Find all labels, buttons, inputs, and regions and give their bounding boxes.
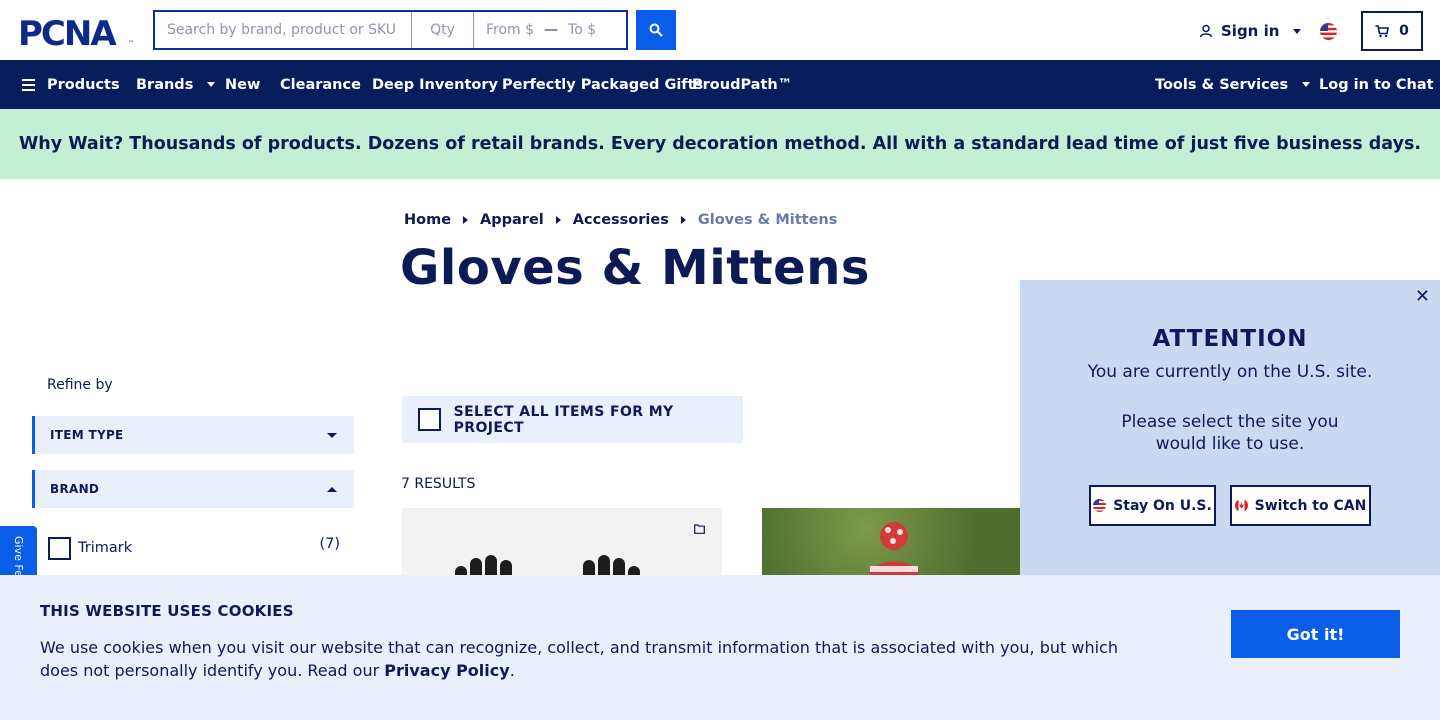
nav-gifts-label: Perfectly Packaged Gifts — [502, 76, 704, 93]
feedback-tab[interactable]: Give Feedback — [0, 526, 37, 576]
stay-us-label: Stay On U.S. — [1113, 497, 1212, 514]
folder-icon[interactable] — [694, 524, 705, 534]
price-range: From $ — To $ — [474, 12, 626, 48]
brand-option-label: Trimark — [78, 540, 133, 556]
nav-chat[interactable]: Log in to Chat — [1319, 60, 1434, 109]
svg-text:PCNA: PCNA — [18, 14, 117, 48]
promo-banner-text: Why Wait? Thousands of products. Dozens … — [18, 134, 1422, 154]
breadcrumb-apparel[interactable]: Apparel — [480, 212, 544, 228]
popup-title: ATTENTION — [1152, 326, 1308, 352]
results-count: 7 RESULTS — [401, 476, 476, 492]
cookie-title: THIS WEBSITE USES COOKIES — [40, 602, 294, 620]
brand-option-count: (7) — [319, 536, 340, 552]
cookie-text: We use cookies when you visit our websit… — [40, 636, 1140, 682]
facet-brand[interactable]: BRAND — [32, 470, 354, 508]
caret-right-icon — [555, 216, 561, 224]
brand-checkbox[interactable] — [48, 536, 71, 560]
search-bar: Search by brand, product or SKU Qty From… — [153, 10, 628, 50]
search-icon — [649, 23, 663, 37]
nav-proudpath-label: ProudPath™ — [692, 76, 793, 93]
facet-item-type-label: ITEM TYPE — [50, 428, 124, 442]
cart-button[interactable]: 0 — [1361, 11, 1423, 51]
chevron-down-icon — [1302, 82, 1311, 87]
select-all-checkbox[interactable] — [418, 408, 441, 431]
select-all-bar[interactable]: SELECT ALL ITEMS FOR MY PROJECT — [402, 396, 743, 443]
product-image-gloves — [455, 555, 640, 578]
main-nav: Products Brands New Clearance Deep Inven… — [0, 60, 1440, 109]
cart-count: 0 — [1399, 23, 1409, 39]
caret-right-icon — [463, 216, 469, 224]
nav-gifts[interactable]: Perfectly Packaged Gifts — [502, 60, 703, 109]
switch-can-button[interactable]: Switch to CAN — [1230, 485, 1371, 526]
breadcrumb-home[interactable]: Home — [404, 212, 451, 228]
svg-text:™: ™ — [128, 40, 134, 47]
nav-products[interactable]: Products — [22, 60, 120, 109]
sign-in-menu[interactable]: Sign in — [1199, 20, 1302, 42]
promo-banner: Why Wait? Thousands of products. Dozens … — [0, 109, 1440, 179]
popup-select-text: Please select the site you would like to… — [1121, 412, 1339, 454]
qty-input[interactable]: Qty — [412, 12, 474, 48]
nav-clearance-label: Clearance — [280, 76, 361, 93]
breadcrumb-accessories[interactable]: Accessories — [573, 212, 669, 228]
nav-proudpath[interactable]: ProudPath™ — [692, 60, 792, 109]
nav-deep-inventory[interactable]: Deep Inventory — [372, 60, 498, 109]
chevron-down-icon — [1293, 28, 1302, 34]
canada-flag-icon — [1234, 499, 1248, 512]
cookie-text-body: We use cookies when you visit our websit… — [40, 638, 1118, 680]
cart-icon — [1375, 24, 1390, 37]
breadcrumb: Home Apparel Accessories Gloves & Mitten… — [404, 212, 837, 228]
nav-deep-inventory-label: Deep Inventory — [372, 76, 498, 93]
product-image-beanie — [762, 508, 1020, 578]
popup-current-site-text: You are currently on the U.S. site. — [1087, 362, 1373, 382]
search-input[interactable]: Search by brand, product or SKU — [155, 12, 412, 48]
privacy-policy-link[interactable]: Privacy Policy — [384, 661, 509, 680]
hamburger-icon — [22, 78, 35, 91]
nav-brands[interactable]: Brands — [136, 60, 216, 109]
price-from-input[interactable]: From $ — [486, 22, 534, 38]
brand-option-trimark[interactable]: Trimark (7) — [48, 536, 340, 560]
nav-tools[interactable]: Tools & Services — [1155, 60, 1311, 109]
nav-tools-label: Tools & Services — [1155, 76, 1289, 93]
close-icon[interactable]: ✕ — [1415, 286, 1430, 307]
site-selector-popup: ✕ ATTENTION You are currently on the U.S… — [1020, 280, 1440, 576]
refine-label: Refine by — [47, 377, 113, 393]
cookie-banner: THIS WEBSITE USES COOKIES We use cookies… — [0, 575, 1440, 720]
sign-in-label: Sign in — [1221, 22, 1280, 40]
breadcrumb-current: Gloves & Mittens — [697, 212, 838, 228]
user-icon — [1199, 24, 1213, 38]
us-flag-icon — [1093, 499, 1107, 512]
switch-can-label: Switch to CAN — [1254, 497, 1367, 514]
nav-new[interactable]: New — [225, 60, 260, 109]
nav-clearance[interactable]: Clearance — [280, 60, 361, 109]
nav-products-label: Products — [47, 76, 120, 93]
feedback-tab-label: Give Feedback — [12, 536, 25, 576]
facet-brand-label: BRAND — [50, 482, 100, 496]
price-dash: — — [544, 22, 559, 38]
select-all-label: SELECT ALL ITEMS FOR MY PROJECT — [453, 403, 674, 436]
price-to-input[interactable]: To $ — [568, 22, 596, 38]
product-card[interactable] — [738, 508, 1028, 578]
product-card[interactable] — [402, 508, 722, 578]
chevron-down-icon — [207, 82, 216, 87]
nav-brands-label: Brands — [136, 76, 194, 93]
search-button[interactable] — [636, 10, 676, 50]
got-it-button[interactable]: Got it! — [1231, 610, 1400, 658]
chevron-up-icon — [327, 486, 337, 492]
nav-chat-label: Log in to Chat — [1319, 76, 1434, 93]
cookie-text-end: . — [509, 661, 515, 680]
chevron-down-icon — [327, 432, 337, 438]
stay-us-button[interactable]: Stay On U.S. — [1089, 485, 1216, 526]
pcna-logo[interactable]: PCNA ™ — [18, 14, 136, 54]
nav-new-label: New — [225, 76, 261, 93]
us-flag-icon[interactable] — [1320, 23, 1337, 40]
caret-right-icon — [680, 216, 686, 224]
facet-item-type[interactable]: ITEM TYPE — [32, 416, 354, 454]
page-title: Gloves & Mittens — [400, 240, 870, 296]
top-bar: PCNA ™ Search by brand, product or SKU Q… — [0, 0, 1440, 60]
